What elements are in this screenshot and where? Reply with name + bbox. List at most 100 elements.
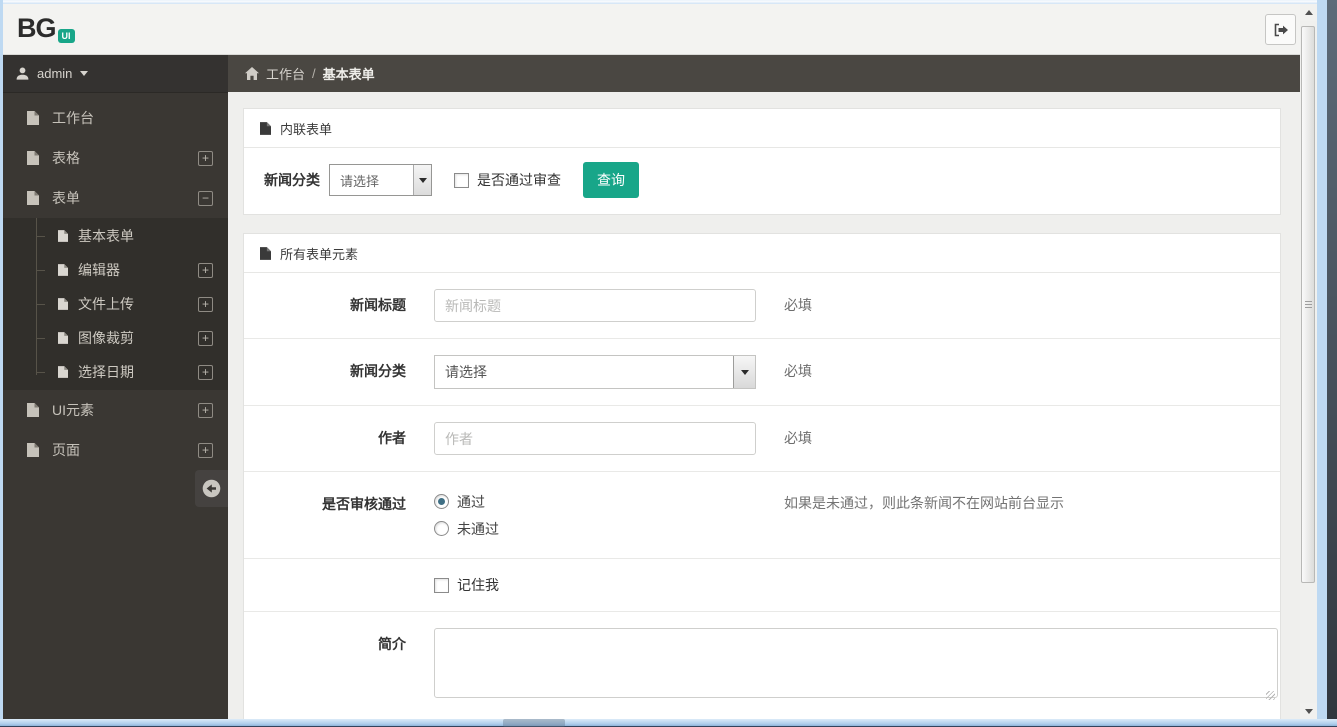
file-icon (27, 403, 39, 417)
review-note: 如果是未通过，则此条新闻不在网站前台显示 (784, 495, 1064, 511)
scrollbar-thumb[interactable] (1301, 26, 1315, 583)
required-badge: 必填 (784, 297, 812, 313)
main-content: 内联表单 新闻分类 请选择 是否通过审查 查询 所有表单元素 新闻标题 新闻标题… (228, 92, 1300, 720)
pass-radio[interactable] (434, 494, 449, 509)
query-button[interactable]: 查询 (583, 162, 639, 198)
panel-title: 所有表单元素 (280, 246, 359, 262)
review-checkbox-label: 是否通过审查 (477, 172, 561, 188)
sidebar-item-tables[interactable]: 表格 + (3, 138, 228, 178)
expand-plus-icon[interactable]: + (198, 442, 213, 458)
user-icon (16, 67, 29, 80)
file-icon (27, 443, 39, 457)
scrollbar-grip-icon (1305, 300, 1312, 308)
sidebar-subitem-label: 基本表单 (78, 228, 134, 244)
field-control (434, 422, 756, 455)
tree-dash (36, 270, 45, 271)
breadcrumb: 工作台 / 基本表单 (228, 55, 1300, 92)
tree-dash (36, 338, 45, 339)
sidebar-item-ui-elements[interactable]: UI元素 + (3, 390, 228, 430)
fail-radio-label: 未通过 (457, 520, 499, 537)
file-icon (58, 298, 68, 310)
user-menu[interactable]: admin (3, 55, 228, 93)
field-control (434, 289, 756, 322)
tree-dash (36, 372, 45, 373)
panel-header: 内联表单 (244, 109, 1280, 148)
field-label: 简介 (378, 636, 406, 652)
inline-form-body: 新闻分类 请选择 是否通过审查 查询 (244, 148, 1280, 214)
scrollbar-down-button[interactable] (1300, 703, 1317, 720)
category-select[interactable]: 请选择 (329, 164, 432, 196)
breadcrumb-home[interactable]: 工作台 (266, 64, 305, 83)
file-icon (58, 366, 68, 378)
app-window: BG UI admin 工作台 表格 + 表单 − 基本表单 编辑器 + 文件上… (0, 0, 1337, 727)
required-badge: 必填 (784, 363, 812, 379)
expand-plus-icon[interactable]: + (198, 150, 213, 166)
collapse-minus-icon[interactable]: − (198, 190, 213, 206)
expand-plus-icon[interactable]: + (198, 402, 213, 418)
sidebar-collapse-button[interactable] (195, 470, 228, 507)
field-label: 新闻标题 (350, 297, 406, 313)
vertical-scrollbar[interactable] (1300, 4, 1317, 720)
tree-dash (36, 236, 45, 237)
expand-plus-icon[interactable]: + (198, 262, 213, 278)
sidebar-subitem-label: 选择日期 (78, 364, 134, 380)
news-category-row: 新闻分类 请选择 必填 (244, 339, 1280, 406)
tree-dash (36, 304, 45, 305)
required-badge: 必填 (784, 430, 812, 446)
author-input[interactable] (434, 422, 756, 455)
sidebar-item-label: 工作台 (52, 110, 94, 126)
chevron-down-icon (418, 177, 427, 183)
chevron-down-icon (740, 369, 749, 375)
app-logo: BG UI (17, 13, 75, 44)
resize-grip-icon[interactable] (1266, 691, 1275, 700)
news-title-row: 新闻标题 必填 (244, 273, 1280, 339)
breadcrumb-current: 基本表单 (322, 67, 375, 82)
select-value: 请选择 (340, 173, 380, 189)
file-icon (260, 246, 271, 260)
select-dropdown-button[interactable] (733, 356, 755, 388)
sidebar-subitem-date-picker[interactable]: 选择日期 + (3, 355, 228, 389)
radio-option-pass: 通过 (434, 488, 756, 515)
review-checkbox-group: 是否通过审查 (454, 170, 561, 190)
sidebar-item-pages[interactable]: 页面 + (3, 430, 228, 470)
scrollbar-up-button[interactable] (1300, 4, 1317, 21)
sidebar-subitem-file-upload[interactable]: 文件上传 + (3, 287, 228, 321)
expand-plus-icon[interactable]: + (198, 364, 213, 380)
expand-plus-icon[interactable]: + (198, 330, 213, 346)
window-border-top (0, 0, 1337, 4)
intro-textarea[interactable] (434, 628, 1278, 698)
file-icon (27, 151, 39, 165)
sidebar-subitem-editor[interactable]: 编辑器 + (3, 253, 228, 287)
top-bar: BG UI (3, 4, 1317, 55)
field-control: 记住我 (434, 575, 756, 595)
field-label: 作者 (378, 430, 406, 446)
field-control (434, 628, 1278, 703)
file-icon (27, 191, 39, 205)
category-label: 新闻分类 (264, 172, 320, 188)
window-border-bottom (0, 719, 1337, 727)
logout-button[interactable] (1265, 14, 1296, 45)
fail-radio[interactable] (434, 521, 449, 536)
expand-plus-icon[interactable]: + (198, 296, 213, 312)
arrow-down-icon (1304, 709, 1313, 714)
field-control: 通过 未通过 (434, 488, 756, 542)
intro-row: 简介 (244, 612, 1280, 720)
sidebar-subitem-image-crop[interactable]: 图像裁剪 + (3, 321, 228, 355)
sidebar-item-forms[interactable]: 表单 − (3, 178, 228, 218)
news-title-input[interactable] (434, 289, 756, 322)
radio-option-fail: 未通过 (434, 515, 756, 542)
sidebar-subitem-basic-form[interactable]: 基本表单 (3, 219, 228, 253)
window-border-right (1317, 0, 1327, 727)
field-control: 请选择 (434, 355, 756, 389)
news-category-select[interactable]: 请选择 (434, 355, 756, 389)
remember-checkbox[interactable] (434, 577, 449, 593)
select-dropdown-button[interactable] (413, 165, 431, 195)
sidebar-subitem-label: 文件上传 (78, 296, 134, 312)
review-checkbox[interactable] (454, 172, 469, 188)
logo-text: BG (17, 13, 56, 43)
file-icon (58, 230, 68, 242)
remember-checkbox-label: 记住我 (457, 577, 499, 593)
field-label: 是否审核通过 (322, 496, 406, 512)
logout-icon (1274, 23, 1288, 36)
sidebar-item-workbench[interactable]: 工作台 (3, 98, 228, 138)
